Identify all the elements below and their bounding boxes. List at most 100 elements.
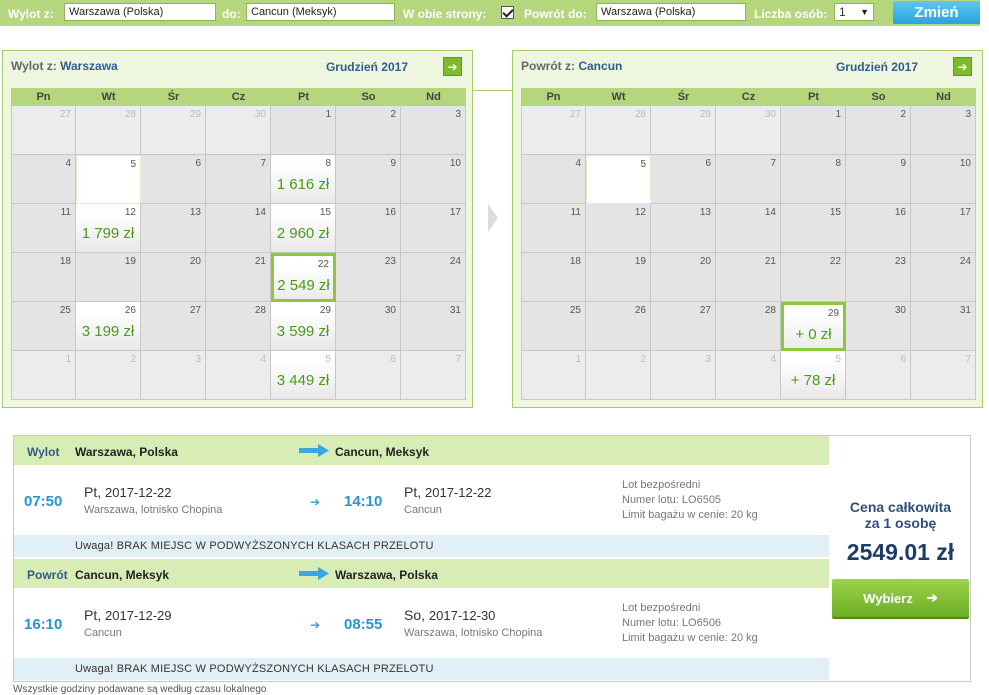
day-number: 4 [260, 354, 266, 365]
weekday-label: Wt [101, 91, 116, 103]
return-input[interactable]: Warszawa (Polska) [596, 3, 746, 21]
day-number: 26 [634, 305, 646, 316]
return-flight-info: Lot bezpośredni Numer lotu: LO6506 Limit… [622, 601, 758, 646]
calendar-week: 18 19 20 21 22 23 24 [521, 253, 976, 302]
day-price: 2 549 zł [277, 277, 330, 294]
persons-value: 1 [839, 5, 846, 19]
day-number: 3 [455, 109, 461, 120]
day-number: 5 [640, 159, 646, 170]
day-number: 6 [705, 158, 711, 169]
return-route-band: Powrót Cancun, Meksyk Warszawa, Polska [14, 559, 829, 588]
day-cell: 12 [586, 204, 651, 253]
return-arrival-airport: Warszawa, lotnisko Chopina [404, 627, 543, 639]
day-cell[interactable]: 5 3 449 zł [271, 351, 336, 400]
selected-day-cell[interactable]: 22 2 549 zł [271, 253, 336, 302]
change-search-button[interactable]: Zmień [893, 1, 980, 24]
day-number: 3 [195, 354, 201, 365]
to-input[interactable]: Cancun (Meksyk) [246, 3, 395, 21]
day-number: 5 [130, 159, 136, 170]
day-number: 5 [835, 354, 841, 365]
day-number: 28 [764, 305, 776, 316]
arrow-right-icon [488, 204, 498, 232]
day-number: 27 [59, 109, 71, 120]
day-cell: 21 [716, 253, 781, 302]
day-cell: 25 [11, 302, 76, 351]
return-flight-details: 16:10 Pt, 2017-12-29 Cancun ➔ 08:55 So, … [14, 589, 829, 657]
route-arrow-icon [299, 567, 329, 580]
persons-select[interactable]: 1 ▼ [834, 3, 874, 21]
day-cell: 2 [336, 106, 401, 155]
select-flight-button[interactable]: Wybierz ➔ [832, 579, 969, 617]
day-number: 26 [124, 305, 136, 316]
weekday-label: So [871, 91, 886, 103]
day-cell: 4 [716, 351, 781, 400]
calendar-week: 18 19 20 21 22 2 549 zł 23 24 [11, 253, 466, 302]
day-number: 4 [65, 158, 71, 169]
day-number: 30 [254, 109, 266, 120]
day-cell[interactable]: 5 + 78 zł [781, 351, 846, 400]
calendar-week: 25 26 27 28 29 + 0 zł 30 31 [521, 302, 976, 351]
calendar-week: 1 2 3 4 5 3 449 zł 6 7 [11, 351, 466, 400]
day-number: 24 [449, 256, 461, 267]
route-arrow-icon [299, 444, 329, 457]
chevron-down-icon: ▼ [860, 7, 869, 17]
return-departure-date: Pt, 2017-12-29 [84, 607, 172, 623]
day-cell: 7 [716, 155, 781, 204]
day-cell: 13 [141, 204, 206, 253]
day-number: 28 [254, 305, 266, 316]
day-price: 2 960 zł [276, 225, 330, 242]
day-cell: 5 [586, 155, 651, 204]
day-number: 10 [449, 158, 461, 169]
total-price-label-line1: Cena całkowita [849, 499, 952, 515]
total-price-label-line2: za 1 osobę [864, 515, 937, 531]
calendar-week: 1 2 3 4 5 + 78 zł 6 7 [521, 351, 976, 400]
outbound-departure-date-value: 2017-12-22 [105, 485, 172, 500]
day-cell: 16 [846, 204, 911, 253]
from-input[interactable]: Warszawa (Polska) [64, 3, 216, 21]
day-number: 1 [325, 109, 331, 120]
calendar-week: 11 12 13 14 15 16 17 [521, 204, 976, 253]
select-flight-button-label: Wybierz [863, 590, 913, 606]
day-cell: 6 [846, 351, 911, 400]
day-number: 3 [965, 109, 971, 120]
day-number: 9 [900, 158, 906, 169]
day-cell: 3 [141, 351, 206, 400]
day-cell: 13 [651, 204, 716, 253]
day-price: 1 799 zł [81, 225, 135, 242]
day-cell: 8 [781, 155, 846, 204]
outbound-weeks: 27 28 29 30 1 2 3 4 5 6 7 8 1 616 zł 9 10 11 12 1 799 zł 1… [11, 106, 466, 400]
day-number: 29 [827, 308, 839, 319]
day-number: 18 [59, 256, 71, 267]
day-cell[interactable]: 29 3 599 zł [271, 302, 336, 351]
day-cell: 22 [781, 253, 846, 302]
roundtrip-label: W obie strony: [403, 7, 487, 21]
day-number: 27 [189, 305, 201, 316]
day-cell: 9 [336, 155, 401, 204]
day-cell[interactable]: 12 1 799 zł [76, 204, 141, 253]
day-cell: 17 [911, 204, 976, 253]
day-number: 16 [894, 207, 906, 218]
day-number: 14 [764, 207, 776, 218]
weekday-label: Cz [231, 91, 246, 103]
from-label: Wylot z: [8, 7, 54, 21]
outbound-arrival-dow: Pt, [404, 484, 422, 500]
day-cell[interactable]: 15 2 960 zł [271, 204, 336, 253]
day-cell[interactable]: 26 3 199 zł [76, 302, 141, 351]
outbound-title-prefix: Wylot z: [11, 59, 57, 73]
next-month-arrow-icon[interactable]: ➔ [443, 57, 462, 76]
calendar-week: 27 28 29 30 1 2 3 [521, 106, 976, 155]
selected-day-cell[interactable]: 29 + 0 zł [781, 302, 846, 351]
day-cell: 19 [586, 253, 651, 302]
day-number: 30 [894, 305, 906, 316]
day-number: 11 [60, 207, 71, 218]
day-cell[interactable]: 8 1 616 zł [271, 155, 336, 204]
day-cell: 27 [521, 106, 586, 155]
day-cell: 7 [911, 351, 976, 400]
day-cell: 30 [846, 302, 911, 351]
day-cell: 9 [846, 155, 911, 204]
next-month-arrow-icon[interactable]: ➔ [953, 57, 972, 76]
roundtrip-checkbox[interactable] [501, 6, 514, 19]
day-number: 30 [384, 305, 396, 316]
direct-flight-label: Lot bezpośredni [622, 479, 701, 491]
outbound-flight-details: 07:50 Pt, 2017-12-22 Warszawa, lotnisko … [14, 466, 829, 534]
